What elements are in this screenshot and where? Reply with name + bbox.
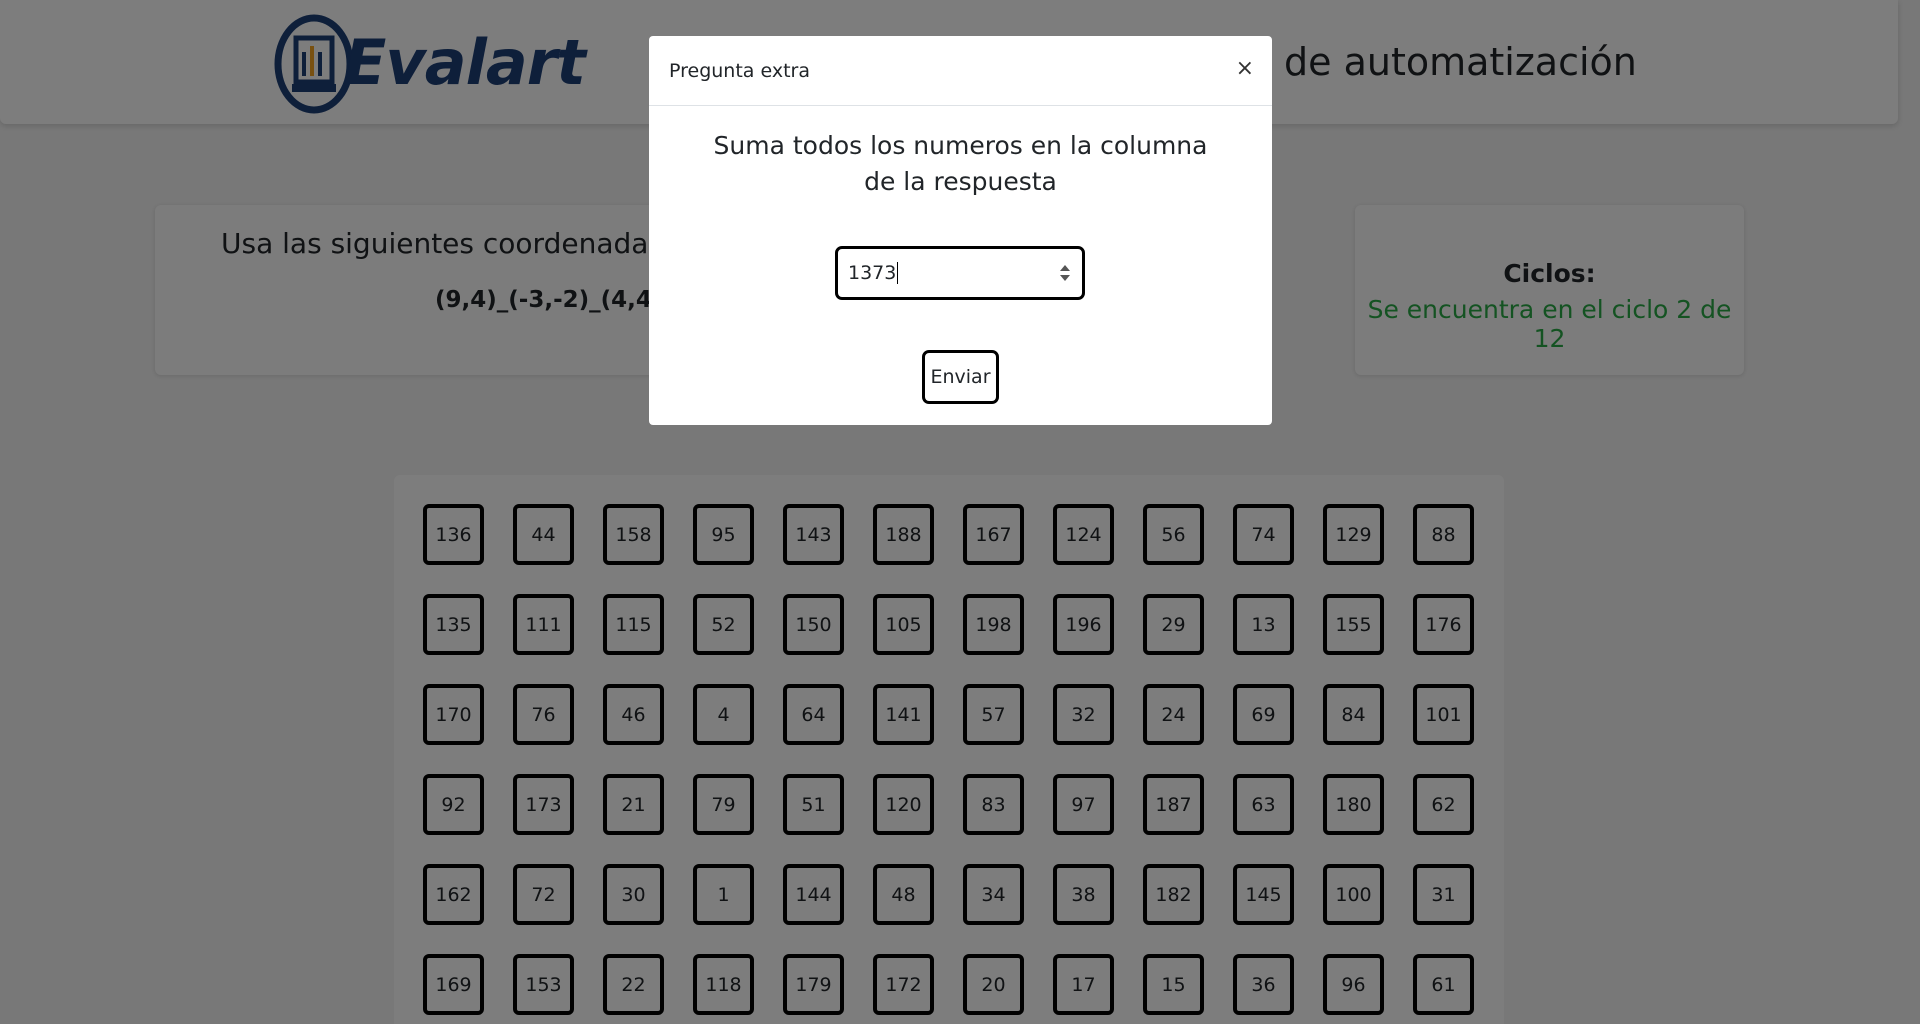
submit-button[interactable]: Enviar xyxy=(922,350,999,404)
modal-header: Pregunta extra × xyxy=(649,36,1272,106)
modal-question: Suma todos los numeros en la columna de … xyxy=(713,131,1208,196)
spinner-up-icon[interactable] xyxy=(1060,265,1070,271)
spinner-down-icon[interactable] xyxy=(1060,275,1070,281)
extra-question-modal: Pregunta extra × Suma todos los numeros … xyxy=(649,36,1272,425)
answer-number-input[interactable]: 1373 xyxy=(835,246,1085,300)
modal-title: Pregunta extra xyxy=(669,60,810,82)
close-icon[interactable]: × xyxy=(1236,56,1254,81)
number-spinner[interactable] xyxy=(1058,259,1072,287)
answer-input-value: 1373 xyxy=(848,262,897,284)
text-caret xyxy=(897,262,898,284)
